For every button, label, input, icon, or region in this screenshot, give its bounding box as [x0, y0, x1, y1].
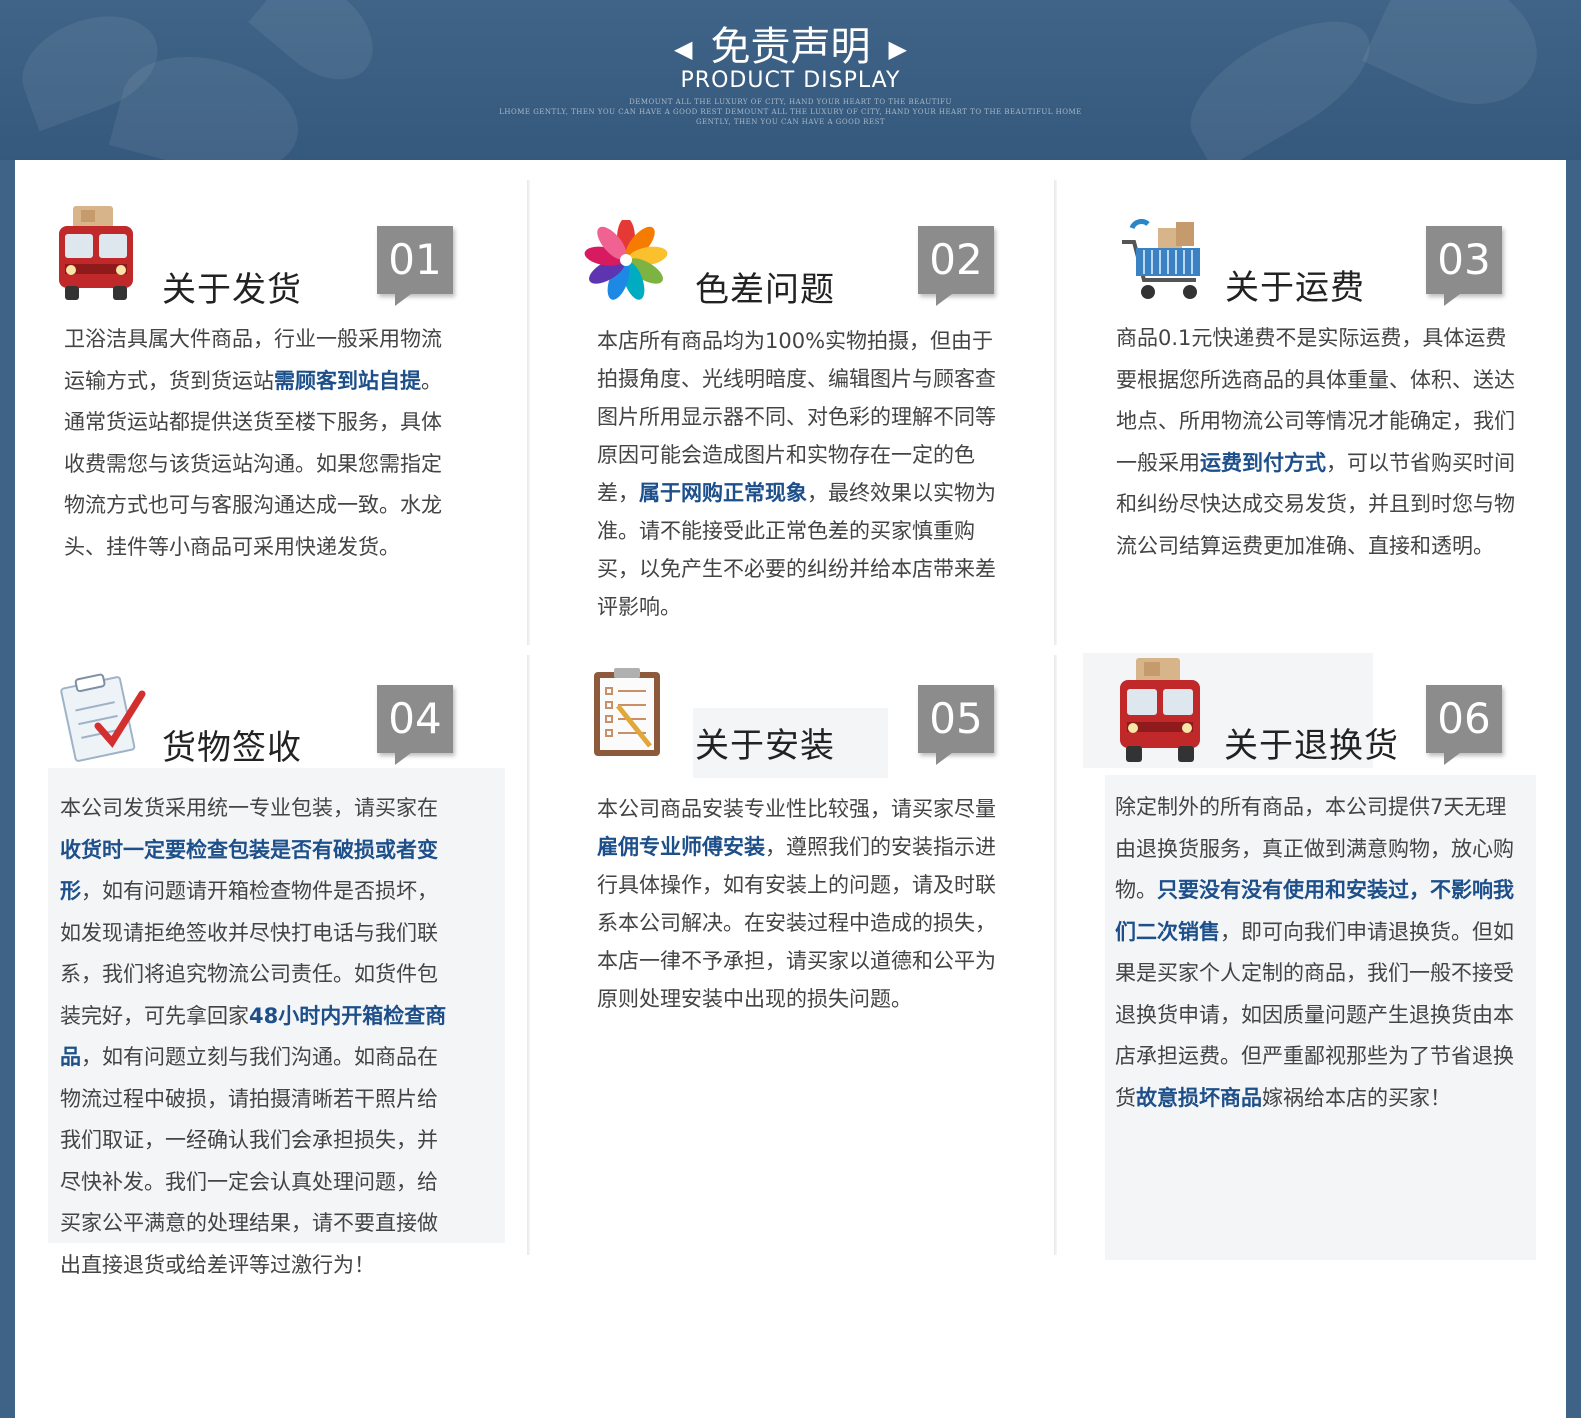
- section-body: 商品0.1元快递费不是实际运费，具体运费要根据您所选商品的具体重量、体积、送达地…: [1116, 318, 1526, 567]
- checklist-icon: [60, 673, 146, 762]
- body-text: ，遵照我们的安装指示进行具体操作，如有安装上的问题，请及时联系本公司解决。在安装…: [597, 835, 996, 1011]
- section-title: 关于发货: [162, 270, 302, 310]
- highlighted-text: 属于网购正常现象: [639, 481, 807, 505]
- body-text: 本公司发货采用统一专业包装，请买家在: [60, 796, 438, 820]
- section-number-tab: 01: [377, 226, 453, 306]
- section-body: 卫浴洁具属大件商品，行业一般采用物流运输方式，货到货运站需顾客到站自提。通常货运…: [64, 319, 452, 568]
- header-banner: ◀ 免责声明 ▶ PRODUCT DISPLAY DEMOUNT ALL THE L…: [0, 0, 1581, 160]
- body-text: 嫁祸给本店的买家！: [1262, 1085, 1451, 1110]
- body-text: 本公司商品安装专业性比较强，请买家尽量: [597, 797, 996, 821]
- highlighted-text: 雇佣专业师傅安装: [597, 835, 765, 859]
- section-body: 本公司发货采用统一专业包装，请买家在收货时一定要检查包装是否有破损或者变形，如有…: [60, 788, 452, 1286]
- column-divider: [527, 655, 530, 1255]
- section-number-tab: 04: [377, 685, 453, 765]
- section-body: 除定制外的所有商品，本公司提供7天无理由退换货服务，真正做到满意购物，放心购物。…: [1115, 787, 1527, 1119]
- section-number-tab: 02: [918, 226, 994, 306]
- body-text: ，如有问题立刻与我们沟通。如商品在物流过程中破损，请拍摄清晰若干照片给我们取证，…: [60, 1045, 438, 1277]
- fine-print-line: DEMOUNT ALL THE LUXURY OF CITY, HAND YOU…: [629, 98, 952, 106]
- column-divider: [527, 180, 530, 645]
- section-body: 本店所有商品均为100%实物拍摄，但由于拍摄角度、光线明暗度、编辑图片与顾客查图…: [597, 322, 1013, 626]
- shopping-cart-icon: [1122, 219, 1200, 299]
- section-title: 色差问题: [695, 270, 835, 310]
- highlighted-text: 运费到付方式: [1200, 450, 1326, 475]
- section-number-tab: 03: [1426, 226, 1502, 306]
- section-body: 本公司商品安装专业性比较强，请买家尽量雇佣专业师傅安装，遵照我们的安装指示进行具…: [597, 790, 1013, 1018]
- body-text: 。通常货运站都提供送货至楼下服务，具体收费需您与该货运站沟通。如果您需指定物流方…: [64, 368, 442, 559]
- section-title: 关于运费: [1225, 268, 1365, 308]
- body-text: 本店所有商品均为100%实物拍摄，但由于拍摄角度、光线明暗度、编辑图片与顾客查图…: [597, 329, 996, 505]
- caret-right-icon: ▶: [888, 35, 907, 63]
- section-title: 货物签收: [162, 728, 302, 768]
- fine-print-line: GENTLY, THEN YOU CAN HAVE A GOOD REST: [695, 118, 886, 126]
- delivery-truck-icon: [1120, 658, 1200, 762]
- highlighted-text: 故意损坏商品: [1136, 1085, 1262, 1110]
- highlighted-text: 需顾客到站自提: [274, 368, 421, 393]
- page-title: 免责声明: [710, 24, 871, 70]
- page-subtitle: PRODUCT DISPLAY: [680, 68, 901, 93]
- clipboard-icon: [594, 668, 660, 756]
- caret-left-icon: ◀: [674, 35, 693, 63]
- page-title-row: ◀ 免责声明 ▶: [0, 22, 1581, 74]
- section-title: 关于退换货: [1224, 726, 1399, 766]
- section-title: 关于安装: [695, 726, 835, 766]
- section-number-tab: 05: [918, 685, 994, 765]
- page-frame: ◀ 免责声明 ▶ PRODUCT DISPLAY DEMOUNT ALL THE L…: [0, 0, 1581, 1418]
- section-number-tab: 06: [1426, 685, 1502, 765]
- column-divider: [1054, 180, 1057, 645]
- delivery-truck-icon: [59, 206, 133, 300]
- color-wheel-icon: [584, 220, 668, 300]
- column-divider: [1054, 655, 1057, 1255]
- fine-print-line: LHOME GENTLY, THEN YOU CAN HAVE A GOOD R…: [499, 108, 1082, 116]
- body-text: ，即可向我们申请退换货。但如果是买家个人定制的商品，我们一般不接受退换货申请，如…: [1115, 919, 1514, 1110]
